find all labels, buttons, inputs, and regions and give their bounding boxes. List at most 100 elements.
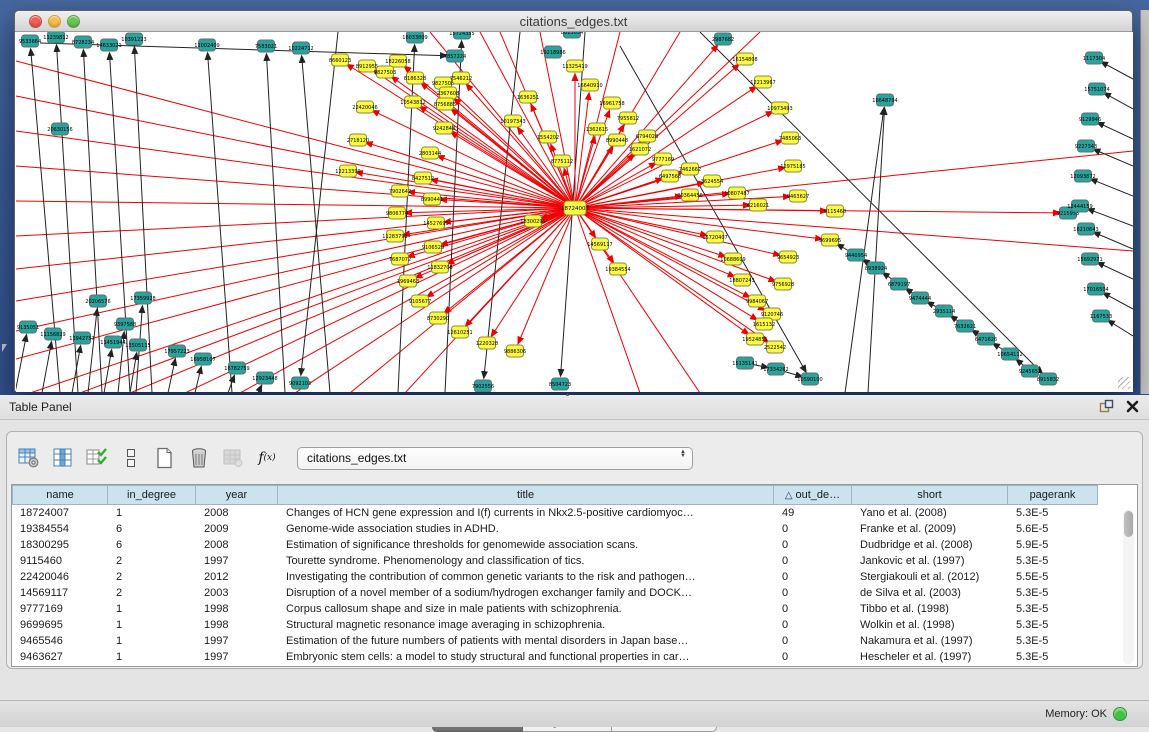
graph-node-yellow[interactable]: 9242848 — [433, 122, 455, 134]
table-cell-pagerank[interactable]: 5.3E-5 — [1008, 649, 1098, 665]
citation-edge-black[interactable] — [168, 359, 175, 392]
table-cell-in_degree[interactable]: 6 — [108, 521, 196, 537]
table-cell-year[interactable]: 2012 — [196, 569, 278, 585]
graph-node-yellow[interactable]: 10543812 — [400, 96, 425, 108]
select-columns-button[interactable] — [83, 444, 111, 472]
citation-edge-red[interactable] — [465, 208, 575, 326]
citation-edge-black[interactable] — [1104, 93, 1133, 109]
table-cell-name[interactable]: 22420046 — [12, 569, 108, 585]
table-cell-year[interactable]: 2003 — [196, 585, 278, 601]
graph-node-teal[interactable]: 17359928 — [130, 292, 155, 304]
citation-edge-black[interactable] — [484, 32, 520, 378]
row-height-button[interactable] — [117, 444, 145, 472]
graph-node-teal[interactable]: 9129946 — [1079, 113, 1101, 125]
table-cell-out_de[interactable]: 0 — [774, 601, 852, 617]
citation-edge-black[interactable] — [1087, 209, 1133, 226]
table-cell-year[interactable]: 1998 — [196, 617, 278, 633]
column-header-title[interactable]: title — [278, 485, 774, 505]
citation-edge-red[interactable] — [16, 131, 575, 208]
table-cell-name[interactable]: 14569117 — [12, 585, 108, 601]
graph-node-teal[interactable]: 8504723 — [549, 378, 571, 390]
table-scrollbar-thumb[interactable] — [1124, 511, 1133, 537]
table-cell-year[interactable]: 1997 — [196, 553, 278, 569]
graph-node-teal[interactable]: 9227343 — [1075, 140, 1097, 152]
table-cell-year[interactable]: 1997 — [196, 633, 278, 649]
window-resize-grip[interactable] — [1118, 377, 1130, 389]
table-row[interactable]: 1872400712008Changes of HCN gene express… — [12, 505, 1137, 521]
table-cell-in_degree[interactable]: 1 — [108, 649, 196, 665]
graph-node-yellow[interactable]: 9463627 — [787, 190, 809, 202]
collapsed-panel-edge[interactable] — [1140, 10, 1149, 394]
graph-node-teal[interactable]: 7632621 — [954, 320, 976, 332]
table-cell-pagerank[interactable]: 5.6E-5 — [1008, 521, 1098, 537]
citation-edge-red[interactable] — [16, 61, 575, 208]
table-row[interactable]: 1938455462009Genome-wide association stu… — [12, 521, 1137, 537]
table-row[interactable]: 946554611997Estimation of the future num… — [12, 633, 1137, 649]
graph-node-yellow[interactable]: 19524851 — [742, 333, 767, 345]
graph-node-yellow[interactable]: 8730290 — [427, 312, 449, 324]
table-cell-name[interactable]: 9699695 — [12, 617, 108, 633]
close-panel-icon[interactable] — [1126, 400, 1139, 413]
table-cell-out_de[interactable]: 0 — [774, 521, 852, 537]
citation-edge-black[interactable] — [42, 342, 52, 392]
table-row[interactable]: 977716911998Corpus callosum shape and si… — [12, 601, 1137, 617]
table-cell-title[interactable]: Genome-wide association studies in ADHD. — [278, 521, 774, 537]
table-cell-short[interactable]: Yano et al. (2008) — [852, 505, 1008, 521]
graph-node-yellow[interactable]: 14527699 — [423, 217, 448, 229]
graph-node-teal[interactable]: 10590100 — [797, 373, 822, 385]
table-cell-in_degree[interactable]: 2 — [108, 569, 196, 585]
graph-node-yellow[interactable]: 15720407 — [702, 231, 727, 243]
graph-node-teal[interactable]: 13942757 — [69, 332, 94, 344]
table-cell-title[interactable]: Investigating the contribution of common… — [278, 569, 774, 585]
citation-edge-black[interactable] — [88, 309, 97, 392]
table-cell-short[interactable]: Dudbridge et al. (2008) — [852, 537, 1008, 553]
table-cell-in_degree[interactable]: 1 — [108, 617, 196, 633]
graph-node-yellow[interactable]: 1362615 — [586, 123, 608, 135]
table-cell-in_degree[interactable]: 2 — [108, 553, 196, 569]
graph-node-teal[interactable]: 7902556 — [472, 380, 494, 392]
table-cell-pagerank[interactable]: 5.3E-5 — [1008, 633, 1098, 649]
table-row[interactable]: 1456911722003Disruption of a novel membe… — [12, 585, 1137, 601]
graph-node-yellow[interactable]: 6497568 — [659, 170, 681, 182]
table-row[interactable]: 911546021997Tourette syndrome. Phenomeno… — [12, 553, 1137, 569]
table-cell-title[interactable]: Estimation of significance thresholds fo… — [278, 537, 774, 553]
graph-node-yellow[interactable]: 2522542 — [764, 341, 786, 353]
citation-edge-black[interactable] — [1093, 232, 1133, 249]
table-cell-year[interactable]: 2008 — [196, 505, 278, 521]
network-table-selector[interactable]: citations_edges.txt ▲▼ — [297, 447, 693, 470]
graph-node-yellow[interactable]: 12975185 — [780, 160, 805, 172]
graph-node-teal[interactable]: 16648794 — [872, 94, 897, 106]
graph-node-yellow[interactable]: 10807487 — [724, 187, 749, 199]
table-cell-out_de[interactable]: 0 — [774, 537, 852, 553]
table-cell-short[interactable]: Wolkin et al. (1998) — [852, 617, 1008, 633]
citation-edge-red[interactable] — [480, 32, 575, 208]
graph-node-teal[interactable]: 1167533 — [1090, 310, 1112, 322]
graph-node-teal[interactable]: 9533664 — [19, 35, 41, 47]
graph-node-yellow[interactable]: 1621072 — [629, 143, 651, 155]
float-panel-icon[interactable] — [1099, 399, 1114, 413]
table-cell-name[interactable]: 9115460 — [12, 553, 108, 569]
graph-node-teal[interactable]: 7857224 — [444, 50, 466, 62]
table-cell-out_de[interactable]: 49 — [774, 505, 852, 521]
graph-node-teal[interactable]: 10224712 — [288, 42, 313, 54]
graph-node-teal[interactable]: 6879197 — [888, 278, 910, 290]
table-cell-name[interactable]: 9463627 — [12, 649, 108, 665]
graph-node-yellow[interactable]: 1615132 — [753, 318, 775, 330]
graph-node-yellow[interactable]: 11325419 — [562, 60, 587, 72]
table-cell-name[interactable]: 19384554 — [12, 521, 108, 537]
graph-node-teal[interactable]: 11239812 — [43, 32, 68, 43]
graph-node-teal[interactable]: 7583021 — [255, 40, 277, 52]
graph-node-yellow[interactable]: 19384554 — [605, 263, 630, 275]
table-cell-pagerank[interactable]: 5.5E-5 — [1008, 569, 1098, 585]
graph-node-teal[interactable]: 20206576 — [85, 295, 110, 307]
citation-edge-black[interactable] — [1097, 122, 1133, 139]
citation-edge-black[interactable] — [195, 367, 201, 392]
delete-table-button[interactable] — [185, 444, 213, 472]
graph-node-yellow[interactable]: 8990441 — [421, 193, 443, 205]
graph-node-yellow[interactable]: 9806774 — [386, 207, 408, 219]
table-cell-short[interactable]: Nakamura et al. (1997) — [852, 633, 1008, 649]
graph-node-yellow[interactable]: 2367608 — [437, 87, 459, 99]
table-cell-pagerank[interactable]: 5.3E-5 — [1008, 585, 1098, 601]
graph-node-teal[interactable]: 8938924 — [865, 262, 887, 274]
graph-node-yellow[interactable]: 10197343 — [500, 115, 525, 127]
